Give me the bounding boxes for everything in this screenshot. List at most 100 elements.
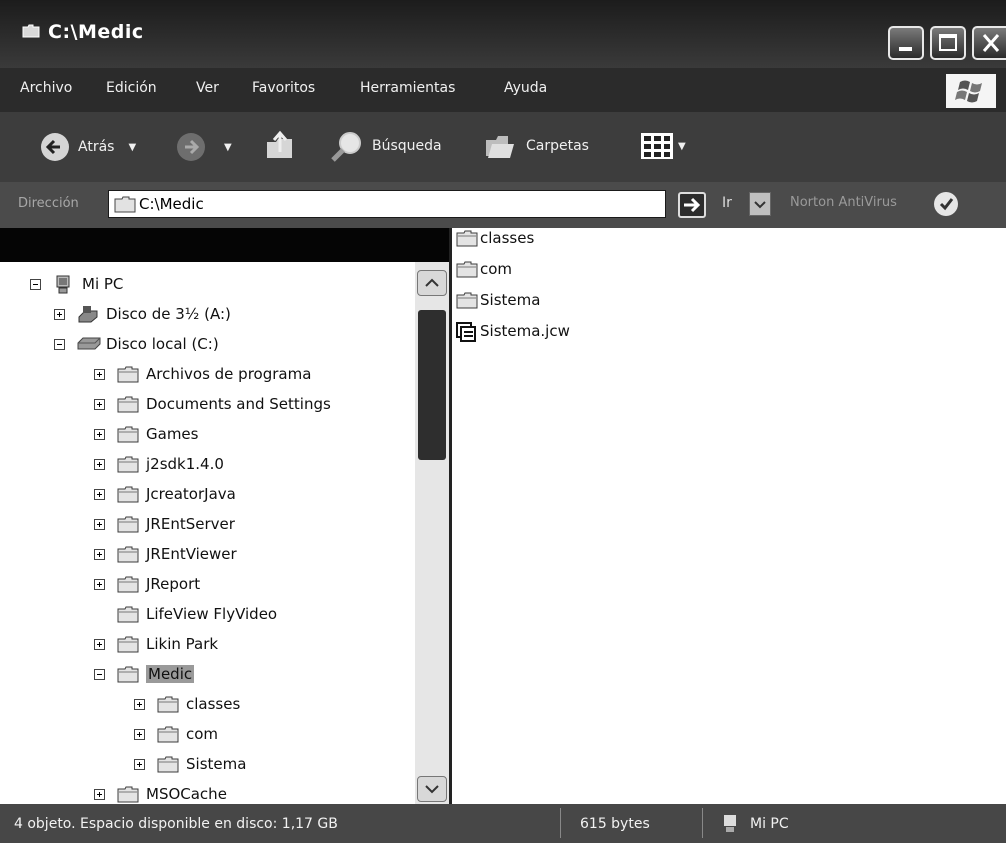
search-icon (331, 132, 361, 162)
menu-edicion[interactable]: Edición (106, 80, 157, 96)
folders-button[interactable]: Carpetas (484, 130, 589, 162)
tree-item-jrentviewer[interactable]: JREntViewer (94, 540, 237, 568)
tree-item-com[interactable]: com (134, 720, 218, 748)
title-bar[interactable]: C:\Medic (0, 0, 1006, 68)
expand-icon[interactable] (94, 458, 105, 470)
tree-item-disco-de-3-a[interactable]: Disco de 3½ (A:) (54, 300, 231, 328)
expand-icon[interactable] (134, 758, 145, 770)
tree-item-archivos-de-programa[interactable]: Archivos de programa (94, 360, 311, 388)
chevron-up-icon (425, 278, 439, 287)
tree-item-sistema[interactable]: Sistema (134, 750, 246, 778)
tree-item-mi-pc[interactable]: Mi PC (30, 270, 123, 298)
file-item-sistema-jcw[interactable]: Sistema.jcw (456, 317, 570, 345)
tree-item-label: classes (186, 695, 241, 713)
norton-antivirus-label[interactable]: Norton AntiVirus (790, 195, 897, 210)
expand-icon[interactable] (134, 728, 145, 740)
expand-icon[interactable] (94, 788, 105, 800)
tree-item-label: LifeView FlyVideo (146, 605, 278, 623)
status-bar: 4 objeto. Espacio disponible en disco: 1… (0, 804, 1006, 843)
folders-icon (486, 136, 514, 158)
expand-icon[interactable] (94, 548, 105, 560)
tree-item-msocache[interactable]: MSOCache (94, 780, 227, 804)
tree-item-classes[interactable]: classes (134, 690, 240, 718)
folder-icon (157, 755, 179, 773)
forward-dropdown-icon[interactable]: ▼ (224, 142, 232, 153)
address-input[interactable]: C:\Medic (108, 190, 771, 218)
tree-item-jrentserver[interactable]: JREntServer (94, 510, 235, 538)
tree-item-label: JcreatorJava (146, 485, 236, 503)
folder-icon (117, 785, 139, 803)
back-label: Atrás (78, 139, 115, 155)
up-folder-button[interactable] (264, 130, 296, 162)
folder-icon (117, 665, 139, 683)
tree-item-likin-park[interactable]: Likin Park (94, 630, 218, 658)
maximize-button[interactable] (930, 26, 966, 60)
close-button[interactable] (972, 26, 1006, 60)
collapse-icon[interactable] (54, 338, 65, 350)
expand-icon[interactable] (94, 398, 105, 410)
tree-item-j2sdk1-4-0[interactable]: j2sdk1.4.0 (94, 450, 224, 478)
address-label: Dirección (18, 196, 79, 211)
search-button[interactable]: Búsqueda (330, 130, 442, 162)
file-item-classes[interactable]: classes (456, 224, 534, 252)
go-button[interactable] (678, 192, 706, 218)
file-item-label: Sistema.jcw (480, 322, 570, 340)
close-icon (982, 34, 1000, 52)
expand-icon[interactable] (134, 698, 145, 710)
menu-favoritos[interactable]: Favoritos (252, 80, 315, 96)
status-location: Mi PC (750, 816, 789, 832)
expand-icon[interactable] (94, 368, 105, 380)
tree-scrollbar[interactable] (415, 262, 449, 804)
tree-item-documents-and-settings[interactable]: Documents and Settings (94, 390, 331, 418)
tree-item-jreport[interactable]: JReport (94, 570, 200, 598)
folder-icon (117, 425, 139, 443)
folders-label: Carpetas (526, 138, 589, 154)
collapse-icon[interactable] (30, 278, 41, 290)
scroll-up-button[interactable] (417, 270, 447, 296)
expand-icon[interactable] (94, 518, 105, 530)
address-dropdown-button[interactable] (749, 192, 771, 216)
tree-item-games[interactable]: Games (94, 420, 198, 448)
views-button[interactable]: ▼ (640, 132, 686, 160)
minimize-button[interactable] (888, 26, 924, 60)
forward-button[interactable]: ▼ (176, 132, 232, 162)
folder-icon (117, 455, 139, 473)
folder-icon (117, 575, 139, 593)
scroll-thumb[interactable] (418, 310, 446, 460)
tree-item-jcreatorjava[interactable]: JcreatorJava (94, 480, 236, 508)
folder-icon (117, 485, 139, 503)
jcw-file-icon (456, 322, 478, 342)
tree-item-disco-local-c[interactable]: Disco local (C:) (54, 330, 219, 358)
go-label[interactable]: Ir (722, 195, 732, 211)
back-button[interactable]: Atrás ▼ (40, 132, 136, 162)
hard-drive-icon (77, 335, 101, 353)
menu-herramientas[interactable]: Herramientas (360, 80, 455, 96)
file-item-com[interactable]: com (456, 255, 512, 283)
views-dropdown-icon[interactable]: ▼ (678, 141, 686, 152)
scroll-down-button[interactable] (417, 776, 447, 802)
tree-item-label: Disco local (C:) (106, 335, 219, 353)
back-dropdown-icon[interactable]: ▼ (128, 142, 136, 153)
status-divider (702, 808, 703, 838)
views-grid-icon (641, 133, 673, 159)
menu-ayuda[interactable]: Ayuda (504, 80, 547, 96)
menu-ver[interactable]: Ver (196, 80, 219, 96)
expand-icon[interactable] (94, 488, 105, 500)
search-label: Búsqueda (372, 138, 442, 154)
file-item-label: com (480, 260, 513, 278)
up-folder-icon (267, 130, 292, 158)
forward-arrow-icon (177, 133, 205, 161)
collapse-icon[interactable] (94, 668, 105, 680)
address-value: C:\Medic (139, 195, 204, 213)
tree-item-lifeview-flyvideo[interactable]: LifeView FlyVideo (94, 600, 277, 628)
expand-icon[interactable] (94, 578, 105, 590)
menu-archivo[interactable]: Archivo (20, 80, 72, 96)
expand-icon[interactable] (54, 308, 65, 320)
address-bar: Dirección C:\Medic Ir Norton AntiVirus (0, 182, 1006, 228)
expand-icon[interactable] (94, 638, 105, 650)
chevron-down-icon (425, 785, 439, 794)
expand-icon[interactable] (94, 428, 105, 440)
norton-antivirus-icon[interactable] (934, 192, 958, 216)
file-item-sistema[interactable]: Sistema (456, 286, 540, 314)
tree-item-medic[interactable]: Medic (94, 660, 195, 688)
